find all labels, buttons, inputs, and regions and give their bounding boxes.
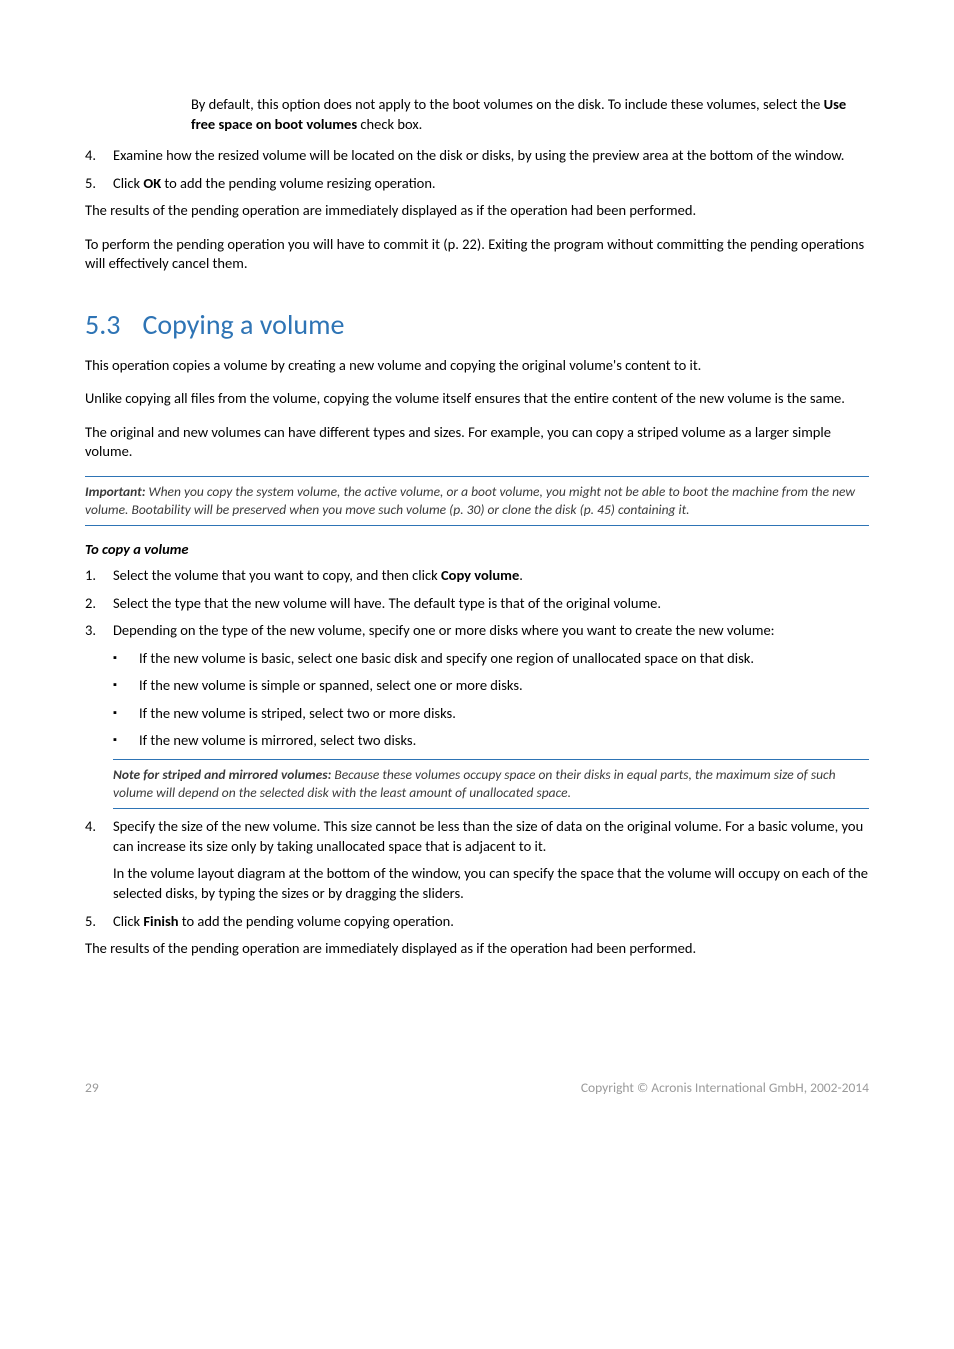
step5-b: to add the pending volume copying operat… bbox=[179, 912, 454, 930]
step4-sub: In the volume layout diagram at the bott… bbox=[113, 864, 869, 903]
list-item: 1. Select the volume that you want to co… bbox=[85, 566, 869, 586]
item-body: Click OK to add the pending volume resiz… bbox=[113, 174, 869, 194]
list-item: 5. Click Finish to add the pending volum… bbox=[85, 912, 869, 932]
item-number: 4. bbox=[85, 146, 113, 166]
after-p2: To perform the pending operation you wil… bbox=[85, 235, 869, 274]
page-footer: 29 Copyright © Acronis International Gmb… bbox=[85, 1079, 869, 1097]
copyright-text: Copyright © Acronis International GmbH, … bbox=[581, 1079, 869, 1097]
closing-para: The results of the pending operation are… bbox=[85, 939, 869, 959]
list-item: 3. Depending on the type of the new volu… bbox=[85, 621, 869, 641]
important-body: When you copy the system volume, the act… bbox=[85, 483, 855, 518]
section-number: 5.3 bbox=[85, 307, 120, 342]
section-p3: The original and new volumes can have di… bbox=[85, 423, 869, 462]
indent-text-b: check box. bbox=[357, 115, 422, 133]
step5-bold: Finish bbox=[143, 912, 178, 930]
bullet-icon: ▪ bbox=[113, 649, 139, 669]
bullet-body: If the new volume is mirrored, select tw… bbox=[139, 731, 869, 751]
section-p2: Unlike copying all files from the volume… bbox=[85, 389, 869, 409]
bullet-icon: ▪ bbox=[113, 704, 139, 724]
li5-b: to add the pending volume resizing opera… bbox=[161, 174, 435, 192]
item-body: Click Finish to add the pending volume c… bbox=[113, 912, 869, 932]
item-number: 1. bbox=[85, 566, 113, 586]
item-body: Examine how the resized volume will be l… bbox=[113, 146, 869, 166]
list-item: 2. Select the type that the new volume w… bbox=[85, 594, 869, 614]
bullet-item: ▪ If the new volume is striped, select t… bbox=[113, 704, 869, 724]
important-note: Important: When you copy the system volu… bbox=[85, 476, 869, 526]
li5-a: Click bbox=[113, 174, 143, 192]
item-number: 5. bbox=[85, 174, 113, 194]
after-p1: The results of the pending operation are… bbox=[85, 201, 869, 221]
step1-a: Select the volume that you want to copy,… bbox=[113, 566, 441, 584]
item-body: Depending on the type of the new volume,… bbox=[113, 621, 869, 641]
bullet-body: If the new volume is simple or spanned, … bbox=[139, 676, 869, 696]
bullet-body: If the new volume is basic, select one b… bbox=[139, 649, 869, 669]
list-item: 5. Click OK to add the pending volume re… bbox=[85, 174, 869, 194]
li5-bold: OK bbox=[143, 174, 161, 192]
item-number: 3. bbox=[85, 621, 113, 641]
important-label: Important: bbox=[85, 483, 146, 500]
item-number: 5. bbox=[85, 912, 113, 932]
subhead: To copy a volume bbox=[85, 540, 869, 560]
ordered-list-top: 4. Examine how the resized volume will b… bbox=[85, 146, 869, 193]
section-heading: 5.3 Copying a volume bbox=[85, 306, 869, 344]
item-number: 4. bbox=[85, 817, 113, 856]
ordered-list-steps: 1. Select the volume that you want to co… bbox=[85, 566, 869, 931]
inner-note: Note for striped and mirrored volumes: B… bbox=[113, 759, 869, 809]
bullet-item: ▪ If the new volume is basic, select one… bbox=[113, 649, 869, 669]
step1-bold: Copy volume bbox=[441, 566, 519, 584]
section-title: Copying a volume bbox=[142, 307, 344, 342]
item-body: Specify the size of the new volume. This… bbox=[113, 817, 869, 856]
item-body: Select the volume that you want to copy,… bbox=[113, 566, 869, 586]
bullet-icon: ▪ bbox=[113, 731, 139, 751]
inner-note-label: Note for striped and mirrored volumes: bbox=[113, 766, 331, 783]
item-body: Select the type that the new volume will… bbox=[113, 594, 869, 614]
bullet-item: ▪ If the new volume is simple or spanned… bbox=[113, 676, 869, 696]
list-item: 4. Specify the size of the new volume. T… bbox=[85, 817, 869, 856]
indent-text-a: By default, this option does not apply t… bbox=[191, 95, 824, 113]
bullet-item: ▪ If the new volume is mirrored, select … bbox=[113, 731, 869, 751]
list-item: 4. Examine how the resized volume will b… bbox=[85, 146, 869, 166]
page-number: 29 bbox=[85, 1079, 99, 1097]
section-p1: This operation copies a volume by creati… bbox=[85, 356, 869, 376]
bullet-body: If the new volume is striped, select two… bbox=[139, 704, 869, 724]
step5-a: Click bbox=[113, 912, 143, 930]
bullet-icon: ▪ bbox=[113, 676, 139, 696]
step1-b: . bbox=[519, 566, 523, 584]
indent-para: By default, this option does not apply t… bbox=[191, 95, 869, 134]
item-number: 2. bbox=[85, 594, 113, 614]
